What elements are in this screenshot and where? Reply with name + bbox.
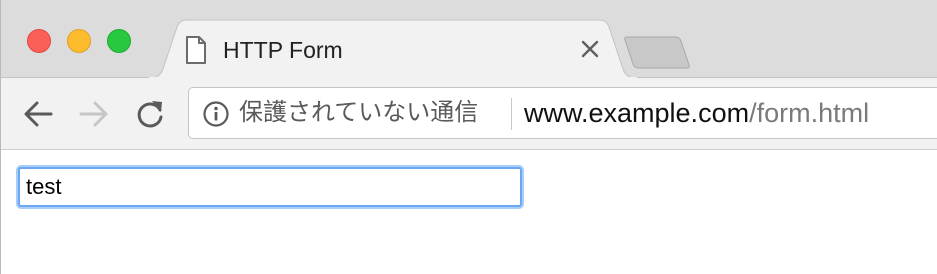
reload-icon[interactable] — [133, 97, 167, 131]
toolbar: 保護されていない通信 www.example.com/form.html — [1, 78, 937, 150]
url-host: www.example.com — [524, 98, 750, 128]
close-icon[interactable] — [577, 36, 603, 62]
omnibox-divider — [511, 98, 512, 130]
tab-strip: HTTP Form — [1, 0, 937, 79]
info-icon[interactable] — [203, 101, 229, 127]
arrow-right-icon[interactable] — [77, 97, 111, 131]
window-zoom-button[interactable] — [107, 29, 131, 53]
document-icon — [186, 36, 206, 64]
tab-title: HTTP Form — [223, 37, 343, 63]
page-content — [2, 150, 937, 274]
address-bar[interactable]: 保護されていない通信 www.example.com/form.html — [188, 87, 937, 139]
window-close-button[interactable] — [27, 29, 51, 53]
tab-active[interactable]: HTTP Form — [169, 22, 615, 78]
window-minimize-button[interactable] — [67, 29, 91, 53]
arrow-left-icon[interactable] — [21, 97, 55, 131]
security-status-label: 保護されていない通信 — [239, 99, 479, 126]
url-path: /form.html — [749, 98, 870, 128]
browser-window: HTTP Form 保護されていない通信 www.example.com/for… — [0, 0, 937, 274]
url-text[interactable]: www.example.com/form.html — [524, 97, 869, 129]
new-tab-button[interactable] — [623, 35, 691, 69]
text-input[interactable] — [18, 167, 522, 207]
